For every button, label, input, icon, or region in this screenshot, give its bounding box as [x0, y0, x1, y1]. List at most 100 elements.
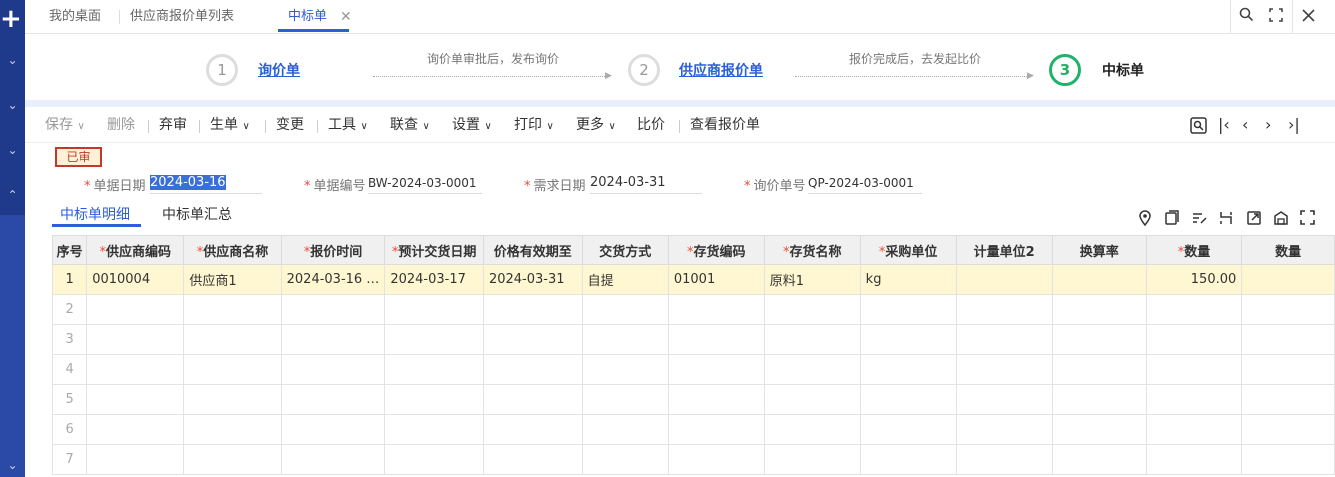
- column-header[interactable]: 价格有效期至: [482, 235, 583, 265]
- step-inquiry-link[interactable]: 询价单: [258, 60, 300, 80]
- table-cell[interactable]: [482, 444, 583, 475]
- table-row[interactable]: 7: [51, 444, 1335, 475]
- generate-button[interactable]: 生单 ∨: [210, 107, 250, 143]
- table-cell[interactable]: [581, 324, 669, 355]
- table-cell[interactable]: [1051, 414, 1147, 445]
- first-record-icon[interactable]: |‹: [1218, 107, 1230, 143]
- chevron-down-icon[interactable]: ⌄: [0, 50, 25, 70]
- table-cell[interactable]: [482, 354, 583, 385]
- table-cell[interactable]: [667, 324, 765, 355]
- table-cell[interactable]: [280, 324, 386, 355]
- doc-date-field[interactable]: 2024-03-16: [150, 173, 262, 194]
- table-cell[interactable]: [955, 444, 1053, 475]
- column-header[interactable]: *存货名称: [763, 235, 861, 265]
- table-cell[interactable]: [1241, 354, 1335, 385]
- doc-no-field[interactable]: BW-2024-03-0001: [368, 173, 482, 194]
- column-header[interactable]: 计量单位2: [955, 235, 1053, 265]
- table-cell[interactable]: [859, 444, 957, 475]
- inquiry-no-field[interactable]: QP-2024-03-0001: [808, 173, 922, 194]
- table-cell[interactable]: [1241, 414, 1335, 445]
- tab-bid-award[interactable]: 中标单: [278, 0, 350, 34]
- table-row[interactable]: 6: [51, 414, 1335, 445]
- table-cell[interactable]: [955, 324, 1053, 355]
- fullscreen-icon[interactable]: [1263, 0, 1289, 34]
- tab-supplier-quote-list[interactable]: 供应商报价单列表: [130, 0, 234, 34]
- table-cell[interactable]: [1145, 384, 1243, 415]
- table-cell[interactable]: [183, 384, 282, 415]
- table-cell[interactable]: [482, 414, 583, 445]
- table-cell[interactable]: [1241, 444, 1335, 475]
- column-header[interactable]: 换算率: [1051, 235, 1147, 265]
- table-cell[interactable]: [859, 324, 957, 355]
- table-cell[interactable]: [183, 414, 282, 445]
- table-row[interactable]: 5: [51, 384, 1335, 415]
- table-cell[interactable]: [955, 384, 1053, 415]
- locate-record-icon[interactable]: [1190, 107, 1207, 143]
- table-cell[interactable]: [183, 324, 282, 355]
- table-cell[interactable]: [1241, 384, 1335, 415]
- table-row[interactable]: 1 0010004 供应商1 2024-03-16 … 2024-03-17 2024-0…: [51, 264, 1335, 295]
- tools-button[interactable]: 工具 ∨: [328, 107, 368, 143]
- table-cell[interactable]: [86, 324, 185, 355]
- table-cell[interactable]: [86, 444, 185, 475]
- table-cell[interactable]: [384, 354, 484, 385]
- subtab-summary[interactable]: 中标单汇总: [162, 204, 232, 224]
- table-cell[interactable]: [859, 414, 957, 445]
- table-cell[interactable]: [763, 354, 861, 385]
- table-cell[interactable]: 01001: [667, 264, 765, 295]
- table-cell[interactable]: [482, 294, 583, 325]
- settings-button[interactable]: 设置 ∨: [452, 107, 492, 143]
- save-button[interactable]: 保存 ∨: [45, 107, 85, 143]
- table-cell[interactable]: [86, 354, 185, 385]
- close-tab-icon[interactable]: ✕: [340, 0, 352, 34]
- table-cell[interactable]: [581, 354, 669, 385]
- column-header[interactable]: *存货编码: [667, 235, 765, 265]
- column-header[interactable]: 序号: [51, 235, 88, 265]
- change-button[interactable]: 变更: [276, 107, 304, 143]
- column-header[interactable]: *预计交货日期: [384, 235, 484, 265]
- close-icon[interactable]: [1295, 0, 1321, 34]
- table-cell[interactable]: [384, 324, 484, 355]
- table-cell[interactable]: [955, 294, 1053, 325]
- column-header[interactable]: *采购单位: [859, 235, 957, 265]
- table-row[interactable]: 3: [51, 324, 1335, 355]
- table-cell[interactable]: 2024-03-31: [482, 264, 583, 295]
- table-cell[interactable]: [859, 294, 957, 325]
- table-cell[interactable]: [1051, 354, 1147, 385]
- table-cell[interactable]: [183, 444, 282, 475]
- table-cell[interactable]: [955, 414, 1053, 445]
- table-cell[interactable]: 供应商1: [183, 264, 282, 295]
- table-cell[interactable]: [1051, 264, 1147, 295]
- table-cell[interactable]: [859, 384, 957, 415]
- table-cell[interactable]: [1241, 264, 1335, 295]
- copy-row-icon[interactable]: [1164, 210, 1180, 230]
- table-cell[interactable]: [1145, 354, 1243, 385]
- table-cell[interactable]: [763, 414, 861, 445]
- table-cell[interactable]: [667, 444, 765, 475]
- table-cell[interactable]: [280, 384, 386, 415]
- table-cell[interactable]: [482, 324, 583, 355]
- add-icon[interactable]: +: [0, 2, 25, 36]
- table-cell[interactable]: [86, 294, 185, 325]
- table-cell[interactable]: 自提: [581, 264, 669, 295]
- demand-date-field[interactable]: 2024-03-31: [590, 173, 702, 194]
- chevron-up-icon[interactable]: ⌃: [0, 185, 25, 205]
- table-cell[interactable]: [667, 294, 765, 325]
- export-icon[interactable]: [1246, 210, 1262, 230]
- table-cell[interactable]: kg: [859, 264, 957, 295]
- warehouse-icon[interactable]: [1273, 210, 1289, 230]
- table-cell[interactable]: [280, 294, 386, 325]
- print-button[interactable]: 打印 ∨: [514, 107, 554, 143]
- table-cell[interactable]: [955, 354, 1053, 385]
- column-header[interactable]: *数量: [1145, 235, 1243, 265]
- abandon-audit-button[interactable]: 弃审: [159, 107, 187, 143]
- table-cell[interactable]: [667, 384, 765, 415]
- table-cell[interactable]: [280, 354, 386, 385]
- table-cell[interactable]: [86, 414, 185, 445]
- table-cell[interactable]: [1051, 294, 1147, 325]
- table-cell[interactable]: 2024-03-17: [384, 264, 484, 295]
- tab-desktop[interactable]: 我的桌面: [49, 0, 101, 34]
- linked-query-button[interactable]: 联查 ∨: [390, 107, 430, 143]
- table-cell[interactable]: 150.00: [1145, 264, 1243, 295]
- table-cell[interactable]: [1241, 324, 1335, 355]
